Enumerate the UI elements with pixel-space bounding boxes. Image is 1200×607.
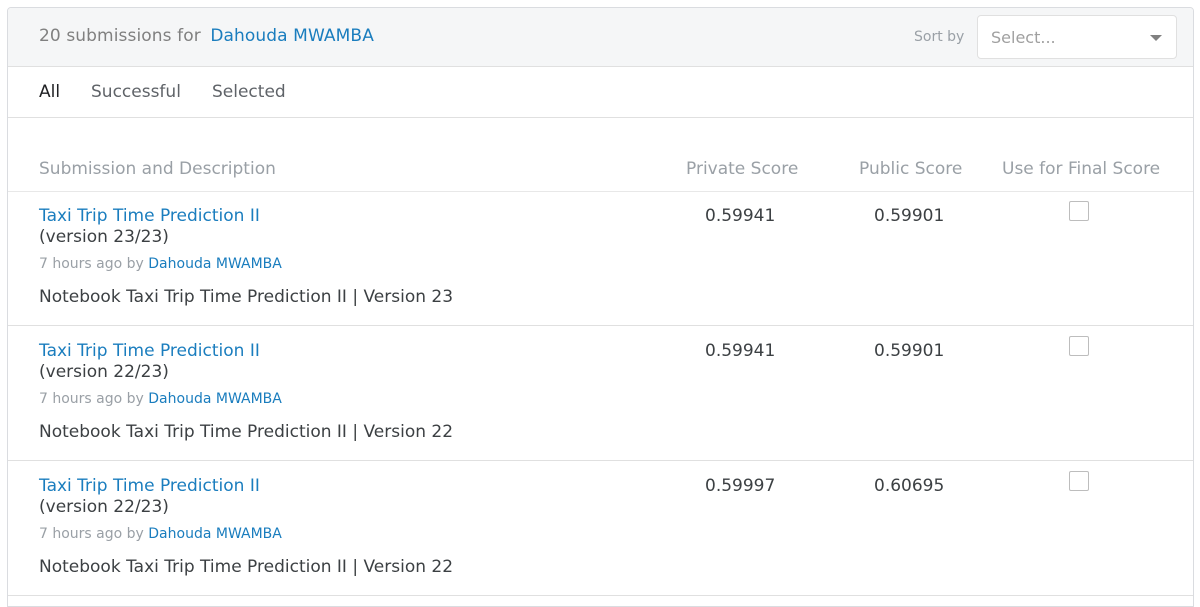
private-score: 0.59941 <box>705 341 776 361</box>
final-score-checkbox[interactable] <box>1069 471 1089 491</box>
submission-title-link[interactable]: Taxi Trip Time Prediction II <box>39 476 260 496</box>
public-score: 0.59901 <box>874 206 945 226</box>
table-header: Submission and Description Private Score… <box>8 159 1193 192</box>
author-link[interactable]: Dahouda MWAMBA <box>148 391 282 407</box>
submission-title-link[interactable]: Taxi Trip Time Prediction II <box>39 206 260 226</box>
submission-description: Notebook Taxi Trip Time Prediction II | … <box>39 287 454 307</box>
submission-title-link[interactable]: Taxi Trip Time Prediction II <box>39 341 260 361</box>
submission-version: (version 23/23) <box>39 227 169 247</box>
tab-successful[interactable]: Successful <box>91 82 181 102</box>
submissions-header: 20 submissions for Dahouda MWAMBA Sort b… <box>8 8 1193 67</box>
public-score: 0.60695 <box>874 476 945 496</box>
submission-time: 7 hours ago by <box>39 256 144 272</box>
author-link[interactable]: Dahouda MWAMBA <box>148 526 282 542</box>
column-public-score: Public Score <box>859 159 963 179</box>
table-row: Taxi Trip Time Prediction II (version 23… <box>8 191 1193 326</box>
submission-meta: 7 hours ago by Dahouda MWAMBA <box>39 256 282 272</box>
column-submission: Submission and Description <box>39 159 276 179</box>
author-link[interactable]: Dahouda MWAMBA <box>148 256 282 272</box>
filter-tabs: All Successful Selected <box>8 67 1193 118</box>
user-link[interactable]: Dahouda MWAMBA <box>210 26 374 46</box>
final-score-checkbox[interactable] <box>1069 201 1089 221</box>
final-score-checkbox[interactable] <box>1069 336 1089 356</box>
private-score: 0.59941 <box>705 206 776 226</box>
column-final-score: Use for Final Score <box>1002 159 1161 179</box>
table-row: Taxi Trip Time Prediction II (version 22… <box>8 326 1193 461</box>
submission-meta: 7 hours ago by Dahouda MWAMBA <box>39 526 282 542</box>
submission-time: 7 hours ago by <box>39 526 144 542</box>
table-row: Taxi Trip Time Prediction II (version 22… <box>8 461 1193 596</box>
sort-select-placeholder: Select... <box>991 28 1056 47</box>
private-score: 0.59997 <box>705 476 776 496</box>
tab-selected[interactable]: Selected <box>212 82 286 102</box>
submissions-panel: 20 submissions for Dahouda MWAMBA Sort b… <box>7 7 1194 607</box>
submission-version: (version 22/23) <box>39 362 169 382</box>
submission-description: Notebook Taxi Trip Time Prediction II | … <box>39 557 454 577</box>
public-score: 0.59901 <box>874 341 945 361</box>
submission-version: (version 22/23) <box>39 497 169 517</box>
column-private-score: Private Score <box>686 159 799 179</box>
submission-count: 20 submissions for Dahouda MWAMBA <box>39 26 374 46</box>
submission-meta: 7 hours ago by Dahouda MWAMBA <box>39 391 282 407</box>
submission-description: Notebook Taxi Trip Time Prediction II | … <box>39 422 454 442</box>
sort-by-label: Sort by <box>914 29 965 45</box>
chevron-down-icon <box>1150 35 1162 41</box>
submission-count-text: 20 submissions for <box>39 26 201 46</box>
submission-time: 7 hours ago by <box>39 391 144 407</box>
sort-select[interactable]: Select... <box>977 15 1177 59</box>
tab-all[interactable]: All <box>39 82 60 102</box>
